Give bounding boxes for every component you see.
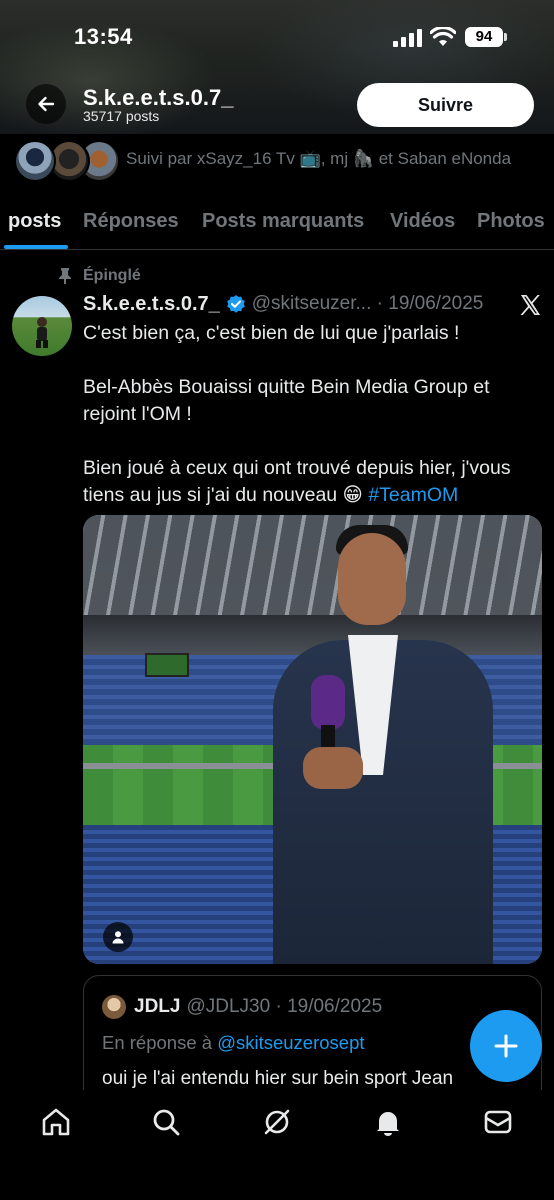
image-stadium-screen xyxy=(145,653,189,677)
post-image[interactable] xyxy=(83,515,542,964)
tab-highlights[interactable]: Posts marquants xyxy=(202,210,364,233)
tab-videos[interactable]: Vidéos xyxy=(390,210,455,233)
avatar xyxy=(102,995,126,1019)
post-text-line: C'est bien ça, c'est bien de lui que j'p… xyxy=(83,322,460,344)
quoted-author-name: JDLJ xyxy=(134,996,181,1017)
post-text-line-last: tiens au jus si j'ai du nouveau 😁 #TeamO… xyxy=(83,482,533,509)
quoted-post-text: oui je l'ai entendu hier sur bein sport … xyxy=(102,1068,454,1089)
reply-to-line: En réponse à @skitseuzerosept xyxy=(102,1032,365,1054)
back-button[interactable] xyxy=(26,84,66,124)
avatar-person xyxy=(36,317,48,348)
grok-icon[interactable] xyxy=(261,1106,293,1138)
active-tab-indicator xyxy=(4,245,68,249)
follow-button[interactable]: Suivre xyxy=(357,83,534,127)
profile-tabs: posts Réponses Posts marquants Vidéos Ph… xyxy=(0,196,554,250)
post-text-line xyxy=(83,347,533,374)
bottom-navigation xyxy=(0,1090,554,1200)
signal-icon xyxy=(393,29,423,47)
messages-icon[interactable] xyxy=(482,1106,514,1138)
post-author-avatar[interactable] xyxy=(12,296,72,356)
quoted-handle-date: @JDLJ30 · 19/06/2025 xyxy=(186,996,383,1017)
post-count: 35717 posts xyxy=(83,108,160,124)
reply-to-mention[interactable]: @skitseuzerosept xyxy=(217,1032,364,1053)
post-text-line xyxy=(83,428,533,455)
verified-badge-icon xyxy=(226,295,245,313)
post-handle-date: @skitseuzer... · 19/06/2025 xyxy=(251,293,484,314)
pinned-text: Épinglé xyxy=(83,267,141,284)
plus-icon xyxy=(494,1034,518,1058)
post-text-line: Bel-Abbès Bouaissi quitte Bein Media Gro… xyxy=(83,376,490,398)
quoted-post-header: JDLJ @JDLJ30 · 19/06/2025 xyxy=(102,995,382,1019)
image-stadium-roof xyxy=(83,515,542,625)
profile-header: 13:54 94 S.k.e.e.t.s.0.7_ 35717 posts Su… xyxy=(0,0,554,134)
image-microphone xyxy=(311,675,345,730)
post-text-line: tiens au jus si j'ai du nouveau 😁 xyxy=(83,484,363,506)
post-text: C'est bien ça, c'est bien de lui que j'p… xyxy=(83,320,533,509)
search-icon[interactable] xyxy=(150,1106,182,1138)
person-icon xyxy=(112,931,124,944)
pin-icon xyxy=(59,268,71,284)
post-text-line: Bien joué à ceux qui ont trouvé depuis h… xyxy=(83,457,511,479)
tagged-users-button[interactable] xyxy=(103,922,133,952)
pinned-label-row: Épinglé xyxy=(57,265,141,287)
followed-by-row[interactable]: Suivi par xSayz_16 Tv 📺, mj 🦍 et Saban e… xyxy=(0,134,554,190)
tab-photos[interactable]: Photos xyxy=(477,210,545,233)
follower-avatars xyxy=(14,140,120,184)
x-logo-icon[interactable] xyxy=(518,293,542,317)
image-person-head xyxy=(338,533,406,625)
tab-posts[interactable]: posts xyxy=(8,210,61,233)
status-time: 13:54 xyxy=(74,24,133,49)
post-author-name[interactable]: S.k.e.e.t.s.0.7_ xyxy=(83,293,220,316)
battery-tip xyxy=(504,33,507,41)
arrow-left-icon xyxy=(38,96,55,112)
home-icon[interactable] xyxy=(40,1106,72,1138)
post-header: S.k.e.e.t.s.0.7_ @skitseuzer... · 19/06/… xyxy=(83,290,483,318)
tab-replies[interactable]: Réponses xyxy=(83,210,179,233)
wifi-icon xyxy=(430,27,456,46)
reply-to-prefix: En réponse à xyxy=(102,1032,213,1053)
compose-button[interactable] xyxy=(470,1010,542,1082)
avatar xyxy=(14,140,56,182)
status-bar: 13:54 94 xyxy=(0,0,554,70)
post-text-line: rejoint l'OM ! xyxy=(83,403,192,425)
image-person-hands xyxy=(303,747,363,789)
battery-icon: 94 xyxy=(465,27,503,47)
hashtag-link[interactable]: #TeamOM xyxy=(368,484,458,506)
followed-by-text: Suivi par xSayz_16 Tv 📺, mj 🦍 et Saban e… xyxy=(126,149,512,168)
notifications-icon[interactable] xyxy=(372,1106,404,1138)
